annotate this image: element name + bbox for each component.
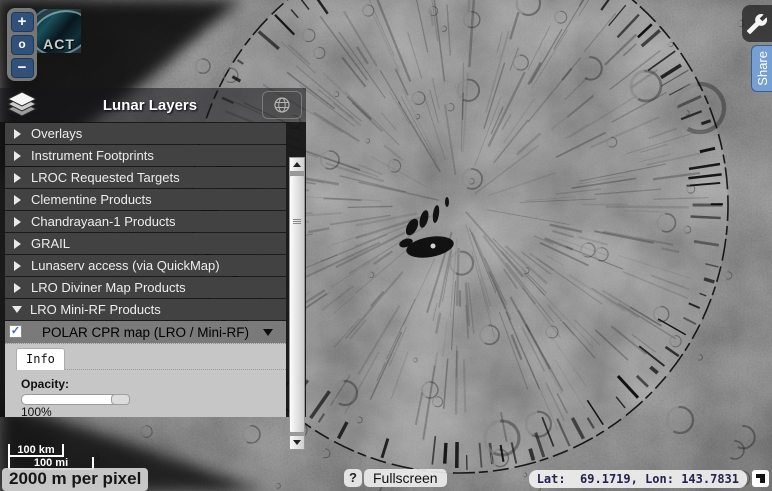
sublayer-row-polar-cpr[interactable]: ✓ POLAR CPR map (LRO / Mini-RF): [5, 321, 286, 343]
layer-item-label: LRO Diviner Map Products: [31, 280, 186, 295]
act-logo[interactable]: ACT: [37, 9, 81, 53]
panel-title: Lunar Layers: [102, 96, 198, 114]
expand-arrow-icon: [14, 238, 21, 249]
expand-arrow-icon: [14, 216, 21, 227]
layer-list: Overlays Instrument Footprints LROC Reques…: [0, 123, 306, 320]
layer-item[interactable]: Instrument Footprints: [5, 145, 286, 166]
layer-item[interactable]: Clementine Products: [5, 189, 286, 210]
layer-item[interactable]: GRAIL: [5, 233, 286, 254]
wrench-icon: [746, 13, 768, 34]
expand-arrow-icon: [14, 282, 21, 293]
scrollbar-thumb[interactable]: [289, 175, 305, 433]
expand-arrow-icon: [14, 172, 21, 183]
layer-item[interactable]: Chandrayaan-1 Products: [5, 211, 286, 232]
layer-detail-panel: Info Opacity: 100%: [5, 343, 286, 419]
panel-header: Lunar Layers: [0, 88, 306, 122]
layer-list-container: Overlays Instrument Footprints LROC Reques…: [0, 122, 306, 450]
corner-arrow-icon: [756, 474, 765, 483]
zoom-out-button[interactable]: −: [10, 58, 34, 78]
layer-item-label: Overlays: [31, 126, 83, 141]
layer-item-label: Clementine Products: [31, 192, 152, 207]
sublayer-label: POLAR CPR map (LRO / Mini-RF): [41, 324, 250, 340]
collapse-arrow-icon: [12, 306, 22, 313]
globe-icon: [274, 97, 290, 113]
layer-item[interactable]: LROC Requested Targets: [5, 167, 286, 188]
app-window: + o − ACT Share Lunar Layers Overlays In…: [0, 0, 772, 491]
opacity-slider[interactable]: [21, 394, 130, 405]
lunar-layers-panel: Lunar Layers Overlays Instrument Footprin…: [0, 88, 306, 450]
layer-item-label: Instrument Footprints: [31, 148, 154, 163]
map-resolution-label: 2000 m per pixel: [2, 468, 149, 491]
layer-item[interactable]: LRO Mini-RF Products: [5, 299, 286, 320]
opacity-slider-handle[interactable]: [111, 394, 130, 405]
expand-arrow-icon: [14, 150, 21, 161]
tab-strip-line: [58, 369, 286, 370]
triangle-down-icon: [293, 440, 301, 445]
tools-button[interactable]: [742, 5, 772, 42]
opacity-label: Opacity:: [21, 377, 70, 391]
zoom-in-button[interactable]: +: [10, 12, 34, 32]
layer-item[interactable]: Lunaserv access (via QuickMap): [5, 255, 286, 276]
zoom-reset-button[interactable]: o: [10, 35, 34, 55]
layer-item-label: LRO Mini-RF Products: [30, 302, 161, 317]
zoom-control: + o −: [7, 8, 37, 81]
act-logo-text: ACT: [43, 36, 75, 52]
scale-bar-km: 100 km: [8, 444, 64, 457]
help-button[interactable]: ?: [344, 469, 362, 487]
cursor-position-readout: Lat: 69.1719, Lon: 143.7831: [528, 470, 747, 488]
share-tab-label: Share: [754, 51, 770, 86]
layer-item[interactable]: LRO Diviner Map Products: [5, 277, 286, 298]
fullscreen-button[interactable]: Fullscreen: [364, 469, 447, 487]
scrollbar-up-button[interactable]: [289, 157, 305, 172]
layer-item-label: Lunaserv access (via QuickMap): [31, 258, 220, 273]
layer-item-label: LROC Requested Targets: [31, 170, 180, 185]
layer-checkbox[interactable]: ✓: [9, 325, 22, 338]
layer-item-label: Chandrayaan-1 Products: [31, 214, 176, 229]
opacity-value: 100%: [21, 405, 52, 419]
basemap-globe-button[interactable]: [262, 91, 302, 119]
scrollbar-down-button[interactable]: [289, 435, 305, 450]
panel-scrollbar[interactable]: [289, 157, 305, 450]
layer-item[interactable]: Overlays: [5, 123, 286, 144]
scrollbar-grips: [290, 176, 304, 224]
share-tab[interactable]: Share: [751, 45, 772, 92]
sublayer-dropdown-icon[interactable]: [263, 329, 273, 336]
layers-icon: [6, 91, 38, 117]
layer-item-label: GRAIL: [31, 236, 71, 251]
expand-arrow-icon: [14, 194, 21, 205]
tab-info[interactable]: Info: [16, 348, 65, 370]
expand-arrow-icon: [14, 128, 21, 139]
position-format-toggle-button[interactable]: [752, 470, 769, 487]
expand-arrow-icon: [14, 260, 21, 271]
triangle-up-icon: [293, 162, 301, 167]
